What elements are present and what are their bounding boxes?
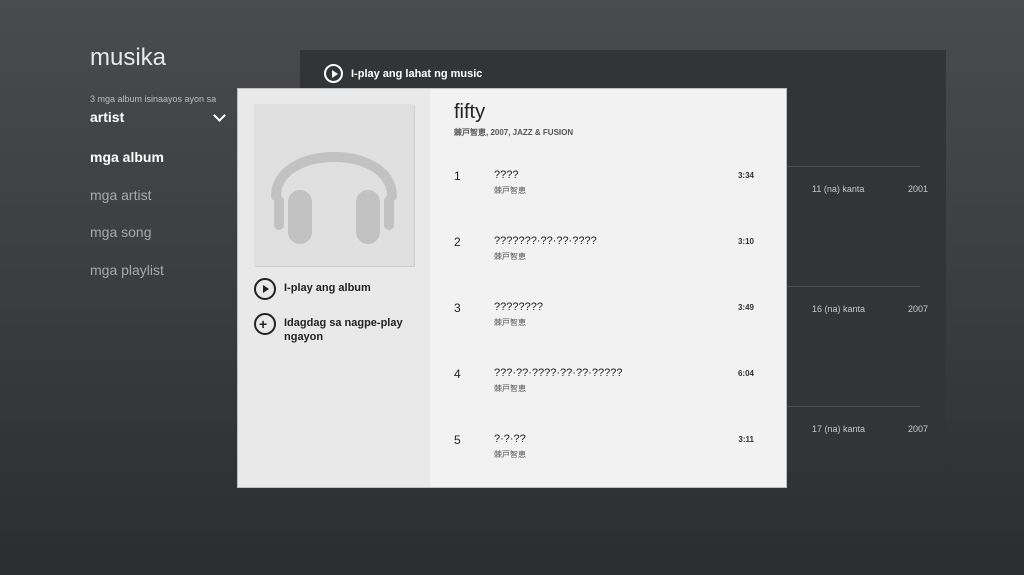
track-title: ???·??·????·??·??·????? bbox=[494, 367, 623, 379]
track-artist: 棘戸智恵 bbox=[494, 186, 526, 195]
add-to-now-playing-button[interactable]: Idagdag sa nagpe-play ngayon bbox=[254, 313, 424, 344]
sort-value: artist bbox=[90, 109, 125, 125]
track-artist: 棘戸智恵 bbox=[494, 384, 526, 393]
add-to-now-playing-icon bbox=[254, 313, 276, 335]
album-details-dialog: I-play ang album Idagdag sa nagpe-play n… bbox=[238, 89, 786, 487]
play-circle-icon bbox=[254, 278, 276, 300]
album-title: fifty bbox=[454, 101, 486, 123]
nav-item-playlists[interactable]: mga playlist bbox=[90, 261, 164, 299]
track-row[interactable]: 3 ???????? 棘戸智恵 3:49 bbox=[454, 299, 754, 365]
album-art bbox=[254, 104, 414, 266]
nav-item-albums[interactable]: mga album bbox=[90, 148, 164, 186]
add-to-now-playing-label: Idagdag sa nagpe-play ngayon bbox=[284, 317, 403, 343]
track-row[interactable]: 1 ???? 棘戸智恵 3:34 bbox=[454, 167, 754, 233]
album-row[interactable]: 17 (na) kanta 2007 bbox=[780, 406, 928, 447]
track-row[interactable]: 5 ?·?·?? 棘戸智恵 3:11 bbox=[454, 431, 754, 497]
track-title: ???? bbox=[494, 169, 519, 181]
track-duration: 3:49 bbox=[737, 303, 754, 312]
nav-item-artists[interactable]: mga artist bbox=[90, 186, 164, 224]
play-album-button[interactable]: I-play ang album bbox=[254, 278, 424, 300]
album-song-count: 11 (na) kanta bbox=[812, 184, 865, 194]
track-number: 4 bbox=[454, 367, 461, 381]
album-year: 2007 bbox=[908, 424, 929, 434]
sort-dropdown[interactable]: artist bbox=[90, 106, 230, 128]
album-song-count: 16 (na) kanta bbox=[812, 304, 866, 314]
track-number: 3 bbox=[454, 301, 461, 315]
chevron-down-icon bbox=[213, 108, 226, 122]
track-row[interactable]: 4 ???·??·????·??·??·????? 棘戸智恵 6:04 bbox=[454, 365, 754, 431]
track-number: 2 bbox=[454, 235, 461, 249]
track-number: 1 bbox=[454, 169, 461, 183]
sidebar-nav: mga album mga artist mga song mga playli… bbox=[90, 148, 164, 298]
track-row[interactable]: 2 ???????·??·??·???? 棘戸智恵 3:10 bbox=[454, 233, 754, 299]
app-title: musika bbox=[90, 44, 167, 71]
album-year: 2007 bbox=[908, 304, 929, 314]
play-all-button[interactable]: I-play ang lahat ng music bbox=[324, 64, 482, 83]
track-artist: 棘戸智恵 bbox=[494, 252, 526, 261]
track-title: ?·?·?? bbox=[494, 433, 526, 445]
track-duration: 3:34 bbox=[737, 171, 754, 180]
album-song-count: 17 (na) kanta bbox=[812, 424, 866, 434]
sort-caption: 3 mga album isinaayos ayon sa bbox=[90, 94, 217, 104]
track-list: 1 ???? 棘戸智恵 3:34 2 ???????·??·??·???? 棘戸… bbox=[454, 167, 754, 497]
track-duration: 3:11 bbox=[738, 435, 754, 444]
track-title: ???????·??·??·???? bbox=[494, 235, 597, 247]
nav-item-songs[interactable]: mga song bbox=[90, 223, 164, 261]
play-circle-icon bbox=[324, 64, 343, 83]
track-artist: 棘戸智恵 bbox=[494, 450, 526, 459]
play-album-label: I-play ang album bbox=[284, 282, 371, 294]
track-duration: 3:10 bbox=[737, 237, 754, 246]
album-row[interactable]: 16 (na) kanta 2007 bbox=[780, 286, 928, 327]
album-side-panel: I-play ang album Idagdag sa nagpe-play n… bbox=[238, 89, 430, 487]
headphones-icon bbox=[271, 152, 397, 244]
album-year: 2001 bbox=[908, 184, 929, 194]
album-row[interactable]: 11 (na) kanta 2001 bbox=[780, 166, 928, 207]
play-all-label: I-play ang lahat ng music bbox=[351, 67, 483, 80]
track-artist: 棘戸智恵 bbox=[494, 318, 526, 327]
track-duration: 6:04 bbox=[737, 369, 754, 378]
track-title: ???????? bbox=[494, 301, 543, 313]
track-number: 5 bbox=[454, 433, 461, 447]
album-meta: 棘戸智恵, 2007, JAZZ & FUSION bbox=[454, 128, 574, 137]
